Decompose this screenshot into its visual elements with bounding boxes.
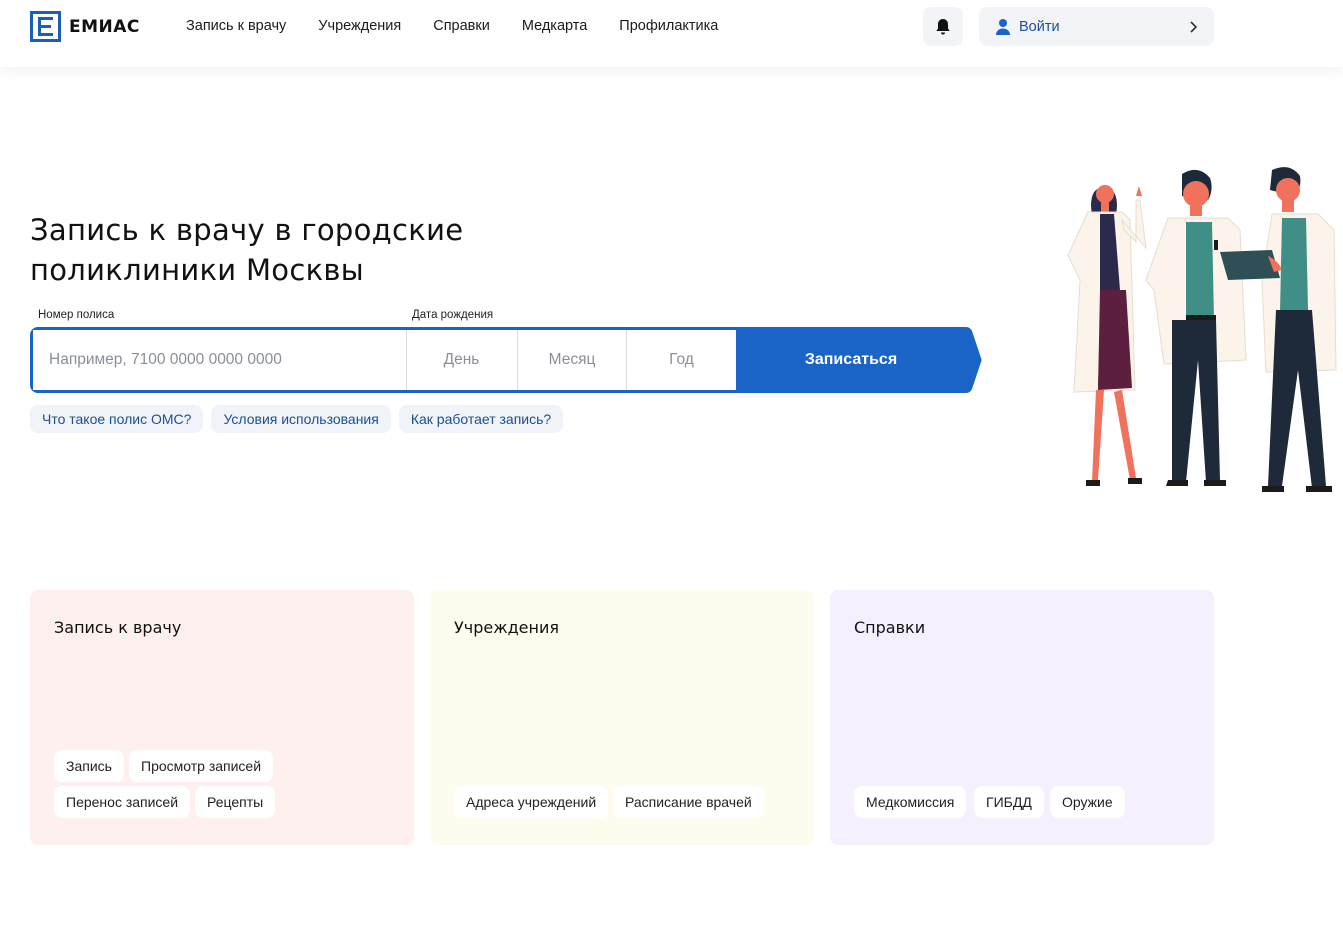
doctors-illustration (1067, 167, 1337, 492)
card-institutions-title: Учреждения (454, 618, 560, 637)
chevron-right-icon (1190, 20, 1198, 33)
login-button[interactable]: Войти (979, 7, 1214, 46)
policy-label: Номер полиса (38, 309, 115, 321)
birth-month-input[interactable]: Месяц (517, 330, 626, 390)
notifications-button[interactable] (923, 7, 963, 46)
tag-view-appointments[interactable]: Просмотр записей (129, 750, 274, 782)
page-title-line-1: Запись к врачу в городские (30, 213, 464, 247)
tag-reschedule[interactable]: Перенос записей (54, 786, 191, 818)
submit-button[interactable]: Записаться (736, 327, 982, 393)
tag-medical-commission[interactable]: Медкомиссия (854, 786, 967, 818)
page-title-line-2: поликлиники Москвы (30, 253, 364, 287)
tag-prescriptions[interactable]: Рецепты (195, 786, 276, 818)
help-link-how-it-works[interactable]: Как работает запись? (398, 405, 564, 433)
tag-weapons[interactable]: Оружие (1050, 786, 1125, 818)
help-link-oms[interactable]: Что такое полис ОМС? (30, 405, 204, 433)
tag-traffic-police[interactable]: ГИБДД (974, 786, 1044, 818)
submit-label: Записаться (804, 351, 898, 368)
card-institutions[interactable]: Учреждения Адреса учреждений Расписание … (430, 590, 814, 845)
help-links: Что такое полис ОМС? Условия использован… (30, 405, 564, 433)
nav-appointment[interactable]: Запись к врачу (186, 18, 286, 34)
nav-prevention[interactable]: Профилактика (619, 18, 718, 34)
page-title: Запись к врачу в городские поликлиники М… (30, 210, 590, 290)
tag-appointment[interactable]: Запись (54, 750, 124, 782)
tag-doctor-schedule[interactable]: Расписание врачей (613, 786, 764, 818)
bell-icon (936, 18, 950, 34)
card-certificates[interactable]: Справки Медкомиссия ГИБДД Оружие (830, 590, 1214, 845)
nav-institutions[interactable]: Учреждения (318, 18, 401, 34)
birth-day-input[interactable]: День (406, 330, 516, 390)
card-appointment[interactable]: Запись к врачу Запись Просмотр записей П… (30, 590, 414, 845)
nav-medcard[interactable]: Медкарта (522, 18, 587, 34)
help-link-terms[interactable]: Условия использования (211, 405, 391, 433)
logo-text: ЕМИАС (69, 16, 140, 37)
logo-mark-icon (30, 11, 61, 42)
tag-addresses[interactable]: Адреса учреждений (454, 786, 609, 818)
doctor-woman-figure (1067, 185, 1147, 486)
birth-year-input[interactable]: Год (626, 330, 736, 390)
policy-number-input[interactable]: Например, 7100 0000 0000 0000 (33, 330, 405, 390)
card-certificates-title: Справки (854, 618, 926, 637)
nav-certificates[interactable]: Справки (433, 18, 490, 34)
card-appointment-title: Запись к врачу (54, 618, 182, 637)
emias-logo[interactable]: ЕМИАС (30, 11, 140, 42)
login-label: Войти (1019, 18, 1060, 35)
main-nav: Запись к врачу Учреждения Справки Медкар… (186, 18, 718, 34)
doctor-man-center-figure (1145, 169, 1247, 486)
user-icon (996, 18, 1010, 35)
birth-date-label: Дата рождения (412, 309, 494, 321)
appointment-form: Например, 7100 0000 0000 0000 День Месяц… (30, 327, 982, 393)
top-header: ЕМИАС Запись к врачу Учреждения Справки … (0, 0, 1343, 67)
